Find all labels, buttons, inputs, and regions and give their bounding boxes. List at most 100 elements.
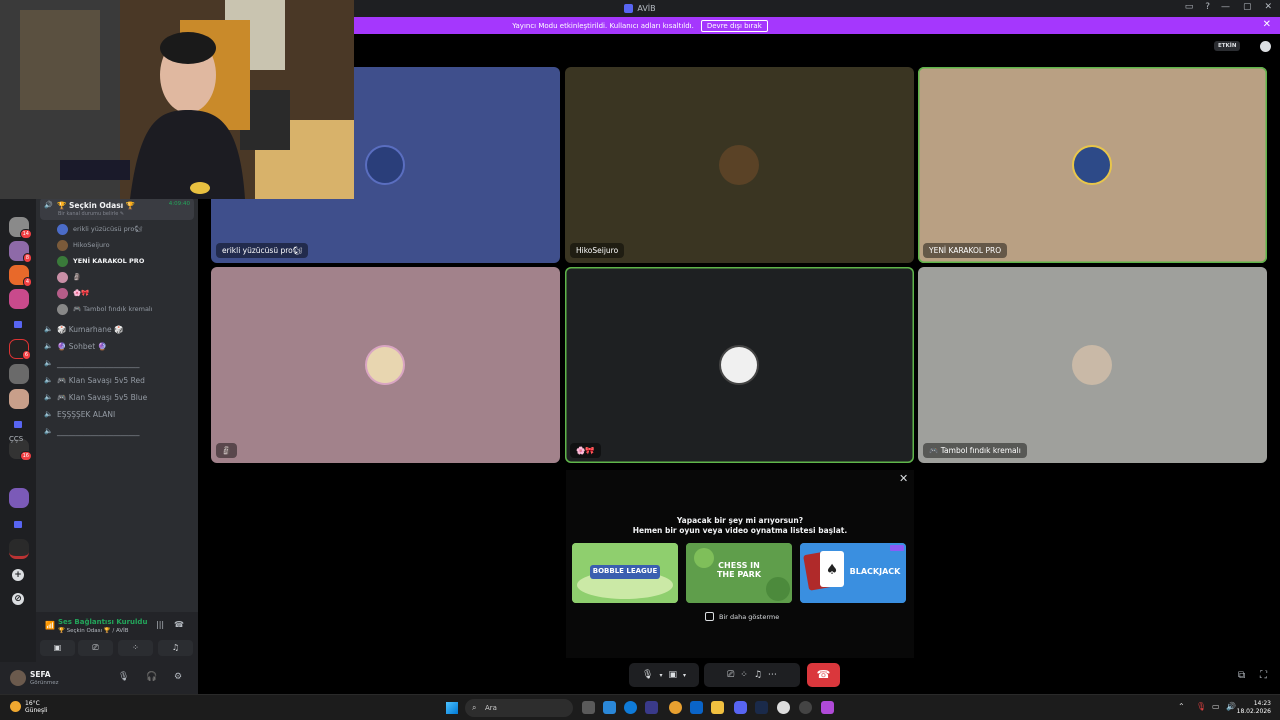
speaker-icon: 🔈 xyxy=(44,342,53,350)
participant-tile[interactable]: HikoSeijuro xyxy=(565,67,914,263)
clock[interactable]: 14:23 18.02.2026 xyxy=(1237,700,1271,716)
voice-user[interactable]: 🗿 xyxy=(57,270,81,284)
close-window-button[interactable]: ✕ xyxy=(1264,2,1272,12)
webcam-feed xyxy=(0,0,354,199)
server-icon[interactable]: 14 xyxy=(9,217,32,239)
time: 14:23 xyxy=(1253,700,1271,707)
voice-channel-active[interactable]: 🔊 🏆 Seçkin Odası 🏆 xyxy=(44,198,135,212)
microphone-icon[interactable]: 🎙 xyxy=(642,670,653,680)
edge-icon[interactable] xyxy=(624,701,637,714)
server-icon[interactable] xyxy=(9,364,29,384)
server-icon[interactable]: 6 xyxy=(9,339,31,360)
microphone-icon[interactable]: 🎙 xyxy=(1196,702,1206,711)
voice-channel[interactable]: 🔈 🎮 Klan Savaşı 5v5 Blue xyxy=(44,390,147,404)
channel-status[interactable]: Bir kanal durumu belirle ✎ xyxy=(58,211,124,217)
soundboard-button[interactable]: ♫ xyxy=(158,640,193,656)
game-title: BOBBLE LEAGUE xyxy=(592,567,658,575)
close-icon[interactable]: ✕ xyxy=(899,472,908,485)
screen-share-icon[interactable]: ⎚ xyxy=(727,670,734,680)
chevron-up-icon[interactable]: ⌃ xyxy=(1178,702,1185,711)
steam-icon[interactable] xyxy=(755,701,768,714)
voice-status[interactable]: Ses Bağlantısı Kuruldu xyxy=(58,618,147,626)
game-card-bobble-league[interactable]: BOBBLE LEAGUE xyxy=(572,543,678,603)
voice-channel[interactable]: 🔈 🔮 Sohbet 🔮 xyxy=(44,339,107,353)
taskbar-search[interactable]: ⌕ Ara xyxy=(465,699,573,717)
server-icon[interactable] xyxy=(9,539,29,559)
chat-icon[interactable] xyxy=(1260,41,1271,52)
participant-tile[interactable]: 🌸🎀 xyxy=(565,267,914,463)
voice-channel[interactable]: 🔈 ______________________ xyxy=(44,424,140,438)
server-label[interactable]: ÇÇS xyxy=(9,435,23,443)
file-explorer-icon[interactable] xyxy=(711,701,724,714)
server-icon[interactable] xyxy=(9,488,29,508)
voice-user[interactable]: 🎮 Tambol fındık kremalı xyxy=(57,302,153,316)
inbox-icon[interactable]: ▭ xyxy=(1185,2,1194,12)
voice-user[interactable]: HikoSeijuro xyxy=(57,238,110,252)
soundboard-icon[interactable]: ♫ xyxy=(754,670,762,680)
popout-icon[interactable]: ⧉ xyxy=(1238,670,1245,681)
app-icon[interactable] xyxy=(821,701,834,714)
camera-off-button[interactable]: ▣ xyxy=(40,640,75,656)
app-icon[interactable] xyxy=(777,701,790,714)
participant-tile[interactable]: YENİ KARAKOL PRO xyxy=(918,67,1267,263)
checkbox[interactable] xyxy=(705,612,714,621)
activity-icon[interactable]: ⁘ xyxy=(740,670,748,680)
voice-channel[interactable]: 🔈 ______________________ xyxy=(44,356,140,370)
chrome-icon[interactable] xyxy=(669,701,682,714)
avatar[interactable] xyxy=(10,670,26,686)
store-icon[interactable] xyxy=(645,701,658,714)
chevron-down-icon[interactable]: ▾ xyxy=(683,672,686,679)
noise-suppression-icon[interactable]: ||| xyxy=(156,620,164,629)
activity-button[interactable]: ⁘ xyxy=(118,640,153,656)
disable-streamer-mode-button[interactable]: Devre dışı bırak xyxy=(700,19,768,32)
discord-icon[interactable] xyxy=(734,701,747,714)
headphones-icon[interactable]: 🎧 xyxy=(146,672,157,682)
app-icon[interactable] xyxy=(799,701,812,714)
windows-start-icon[interactable] xyxy=(446,702,458,714)
minimize-button[interactable]: — xyxy=(1221,2,1230,12)
folder-icon[interactable] xyxy=(14,521,22,528)
chevron-down-icon[interactable]: ▾ xyxy=(659,672,662,679)
screen-share-button[interactable]: ⎚ xyxy=(78,640,113,656)
voice-user[interactable]: YENİ KARAKOL PRO xyxy=(57,254,144,268)
maximize-button[interactable]: ▢ xyxy=(1243,2,1252,12)
more-icon[interactable]: ⋯ xyxy=(768,670,777,680)
participant-tile[interactable]: 🎮 Tambol fındık kremalı xyxy=(918,267,1267,463)
discover-icon[interactable]: ⊘ xyxy=(12,593,24,605)
voice-channel[interactable]: 🔈 🎲 Kumarhane 🎲 xyxy=(44,322,123,336)
fullscreen-icon[interactable]: ⛶ xyxy=(1260,670,1267,681)
weather-desc: Güneşli xyxy=(25,707,48,714)
dont-show-again-checkbox[interactable]: Bir daha gösterme xyxy=(705,612,779,621)
username[interactable]: SEFA xyxy=(30,670,51,679)
camera-off-icon[interactable]: ▣ xyxy=(668,670,677,680)
server-icon[interactable] xyxy=(9,289,29,309)
server-icon[interactable]: 8 xyxy=(9,241,32,263)
microphone-icon[interactable]: 🎙 xyxy=(118,672,129,682)
add-server-icon[interactable]: + xyxy=(12,569,24,581)
game-card-chess[interactable]: CHESS IN THE PARK xyxy=(686,543,792,603)
app-icon[interactable] xyxy=(603,701,616,714)
voice-channel[interactable]: 🔈 🎮 Klan Savaşı 5v5 Red xyxy=(44,373,145,387)
participant-tile[interactable]: 🗿 xyxy=(211,267,560,463)
voice-user[interactable]: erikli yüzücüsü pro🐿 xyxy=(57,222,143,236)
volume-icon[interactable]: 🔊 xyxy=(1226,702,1236,711)
server-icon[interactable] xyxy=(9,389,29,409)
voice-channel-path[interactable]: 🏆 Seçkin Odası 🏆 / AVİB xyxy=(58,628,129,634)
search-icon: ⌕ xyxy=(472,703,477,712)
activity-status-badge[interactable]: ETKİN xyxy=(1214,41,1241,51)
disconnect-icon[interactable]: ☎ xyxy=(174,620,184,629)
game-card-blackjack[interactable]: ♠ BLACKJACK xyxy=(800,543,906,603)
folder-icon[interactable] xyxy=(14,421,22,428)
help-icon[interactable]: ? xyxy=(1205,2,1210,12)
outlook-icon[interactable] xyxy=(690,701,703,714)
disconnect-button[interactable]: ☎ xyxy=(807,663,840,687)
username: HikoSeijuro xyxy=(73,241,110,249)
settings-gear-icon[interactable]: ⚙ xyxy=(174,672,182,682)
server-icon[interactable]: 4 xyxy=(9,265,32,287)
close-icon[interactable]: ✕ xyxy=(1263,19,1271,30)
voice-user[interactable]: 🌸🎀 xyxy=(57,286,89,300)
task-view-icon[interactable] xyxy=(582,701,595,714)
voice-channel[interactable]: 🔈 EŞŞŞŞEK ALANI xyxy=(44,407,115,421)
network-icon[interactable]: ▭ xyxy=(1212,702,1220,711)
folder-icon[interactable] xyxy=(14,321,22,328)
